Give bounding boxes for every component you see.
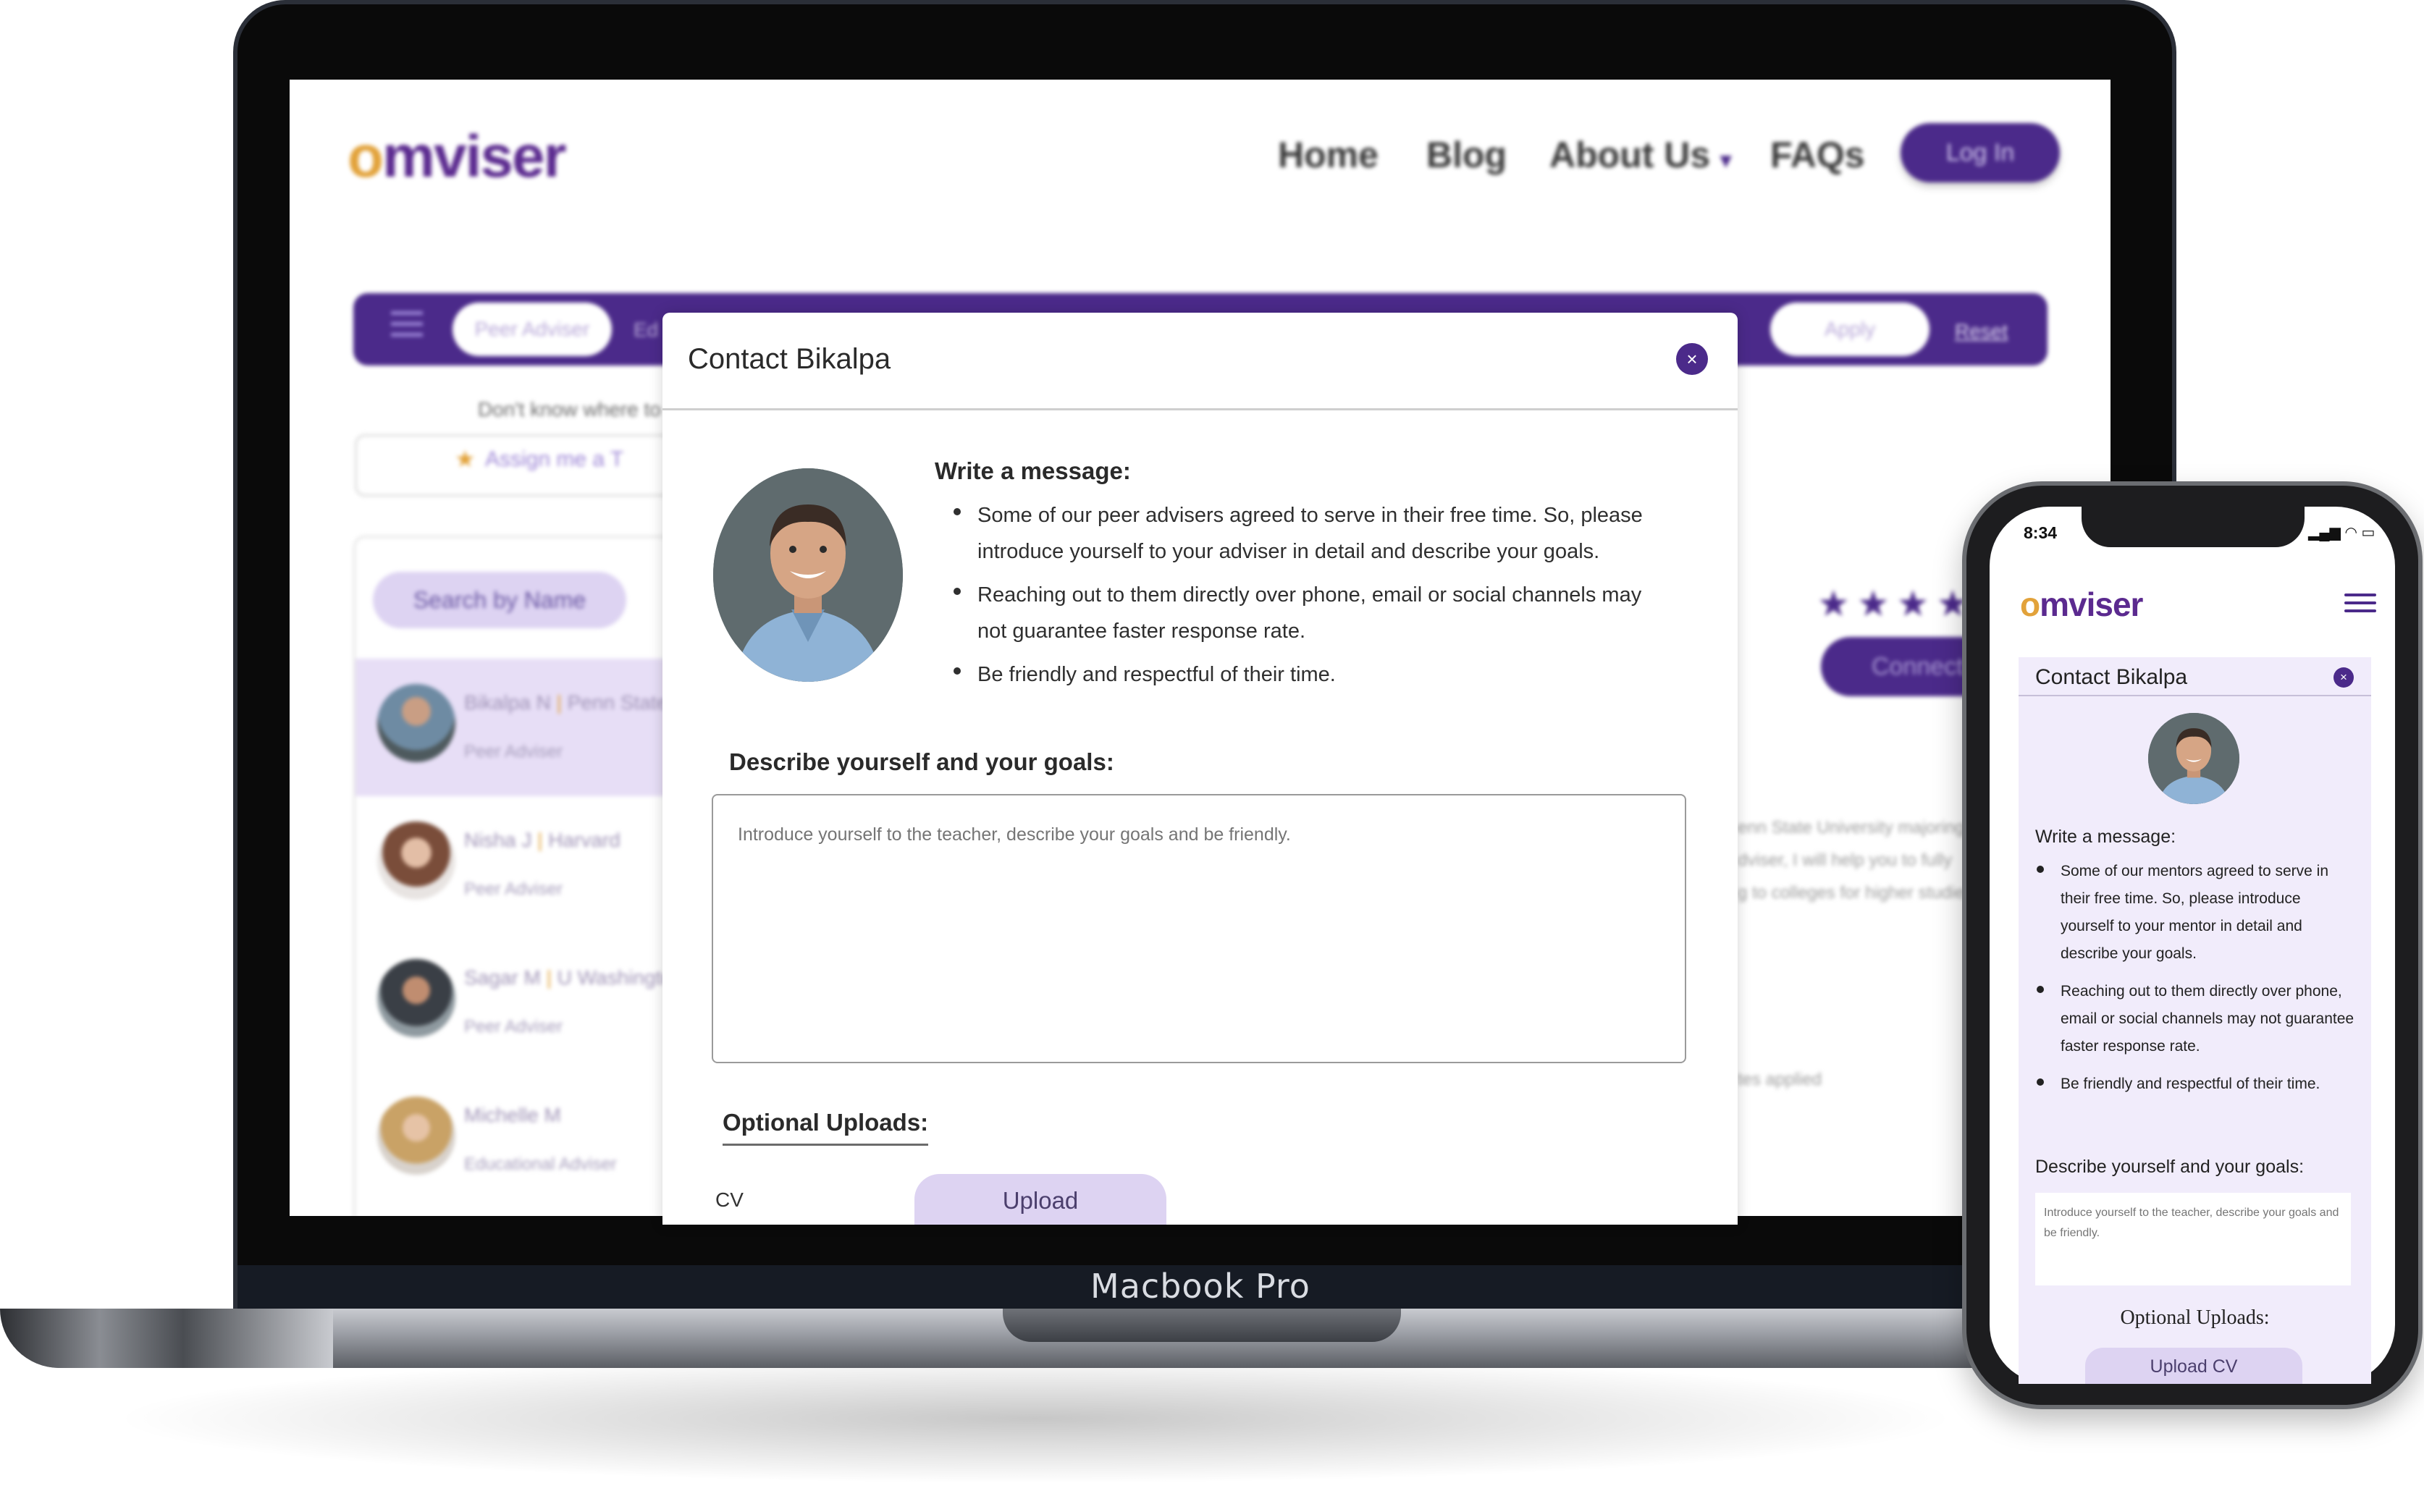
- optional-uploads-label: Optional Uploads:: [723, 1109, 929, 1146]
- modal-title: Contact Bikalpa: [688, 343, 891, 375]
- message-textarea[interactable]: [2035, 1193, 2351, 1285]
- avatar: [377, 959, 455, 1037]
- guideline-bullet: Reaching out to them directly over phone…: [2061, 983, 2354, 1055]
- search-by-name-input[interactable]: Search by Name: [373, 572, 626, 628]
- adviser-role: Peer Adviser: [464, 742, 563, 761]
- adviser-role: Peer Adviser: [464, 1017, 563, 1036]
- guideline-bullet: Be friendly and respectful of their time…: [977, 663, 1336, 686]
- adviser-name: Nisha J | Harvard: [464, 829, 620, 851]
- tab-second[interactable]: Ed: [634, 318, 658, 342]
- bio-text: dviser, I will help you to fully: [1738, 850, 1953, 870]
- bio-text: g to colleges for higher studies: [1738, 883, 1974, 903]
- tab-peer-adviser[interactable]: Peer Adviser: [453, 303, 612, 356]
- write-message-label: Write a message:: [2035, 827, 2176, 847]
- dont-know-text: Don't know where to: [478, 398, 661, 421]
- contact-modal: Contact Bikalpa × Write a message: Some …: [662, 313, 1738, 1225]
- status-time: 8:34: [2024, 523, 2058, 542]
- site-logo[interactable]: omviser: [348, 123, 567, 191]
- star-icon: ★: [455, 446, 476, 472]
- chevron-down-icon: ▾: [1720, 148, 1732, 172]
- message-textarea[interactable]: [712, 794, 1686, 1063]
- laptop-hinge: [1003, 1309, 1401, 1342]
- bullet-dot: [2037, 866, 2044, 873]
- bullet-dot: [2037, 986, 2044, 993]
- guideline-bullet: Be friendly and respectful of their time…: [2061, 1076, 2320, 1092]
- bullet-dot: [954, 508, 961, 515]
- phone-modal-title: Contact Bikalpa: [2035, 665, 2188, 689]
- guideline-bullet: Reaching out to them directly over phone…: [977, 583, 1642, 643]
- bullet-dot: [954, 667, 961, 675]
- assign-text: Assign me a T: [485, 447, 624, 471]
- guideline-bullet: Some of our mentors agreed to serve in t…: [2061, 863, 2329, 962]
- adviser-portrait: [713, 468, 903, 682]
- adviser-name: Bikalpa N | Penn State: [464, 691, 668, 714]
- phone-logo[interactable]: omviser: [2020, 585, 2143, 624]
- cv-label: CV: [715, 1188, 744, 1211]
- logo-accent: o: [2020, 586, 2040, 623]
- adviser-name: Sagar M | U Washingto: [464, 966, 673, 989]
- avatar: [377, 684, 455, 762]
- filter-icon[interactable]: [391, 311, 423, 337]
- logo-text: mviser: [2040, 586, 2143, 623]
- apply-button[interactable]: Apply: [1770, 303, 1929, 356]
- bullet-dot: [2037, 1078, 2044, 1086]
- laptop-shadow: [109, 1353, 1962, 1484]
- describe-goals-label: Describe yourself and your goals:: [2035, 1157, 2305, 1177]
- adviser-role: Educational Adviser: [464, 1154, 617, 1174]
- status-icons: ▂▄▆ ◠ ▭: [2308, 525, 2375, 541]
- nav-blog[interactable]: Blog: [1426, 134, 1507, 176]
- describe-goals-label: Describe yourself and your goals:: [729, 748, 1114, 775]
- rating-stars: ★★★★: [1817, 583, 1977, 624]
- bio-text: tes applied: [1738, 1070, 1822, 1089]
- guideline-bullet: Some of our peer advisers agreed to serv…: [977, 504, 1643, 563]
- optional-uploads-label: Optional Uploads:: [2120, 1306, 2270, 1329]
- avatar: [377, 1097, 455, 1175]
- login-button[interactable]: Log In: [1901, 123, 2060, 182]
- nav-faqs[interactable]: FAQs: [1770, 134, 1865, 176]
- adviser-role: Peer Adviser: [464, 879, 563, 899]
- nav-about-us[interactable]: About Us ▾: [1549, 134, 1731, 176]
- adviser-avatar: [713, 468, 903, 682]
- avatar: [377, 822, 455, 900]
- close-icon[interactable]: ×: [2333, 667, 2354, 688]
- nav-home[interactable]: Home: [1278, 134, 1379, 176]
- upload-cv-button[interactable]: Upload: [914, 1174, 1166, 1225]
- reset-link[interactable]: Reset: [1955, 320, 2008, 343]
- laptop-base-edge: [0, 1309, 333, 1368]
- upload-cv-button[interactable]: Upload CV: [2085, 1348, 2302, 1384]
- close-icon[interactable]: ×: [1676, 343, 1708, 375]
- bio-text: enn State University majoring i: [1738, 818, 1974, 837]
- logo-text: mviser: [382, 124, 566, 190]
- write-message-label: Write a message:: [935, 457, 1131, 484]
- hamburger-menu-icon[interactable]: [2344, 594, 2376, 617]
- adviser-avatar: [2148, 713, 2239, 804]
- adviser-name: Michelle M: [464, 1104, 561, 1126]
- nav-about-label: About Us: [1549, 135, 1711, 175]
- logo-accent: o: [348, 124, 384, 190]
- phone-notch: [2082, 507, 2305, 547]
- adviser-portrait: [2148, 713, 2239, 804]
- bullet-dot: [954, 588, 961, 595]
